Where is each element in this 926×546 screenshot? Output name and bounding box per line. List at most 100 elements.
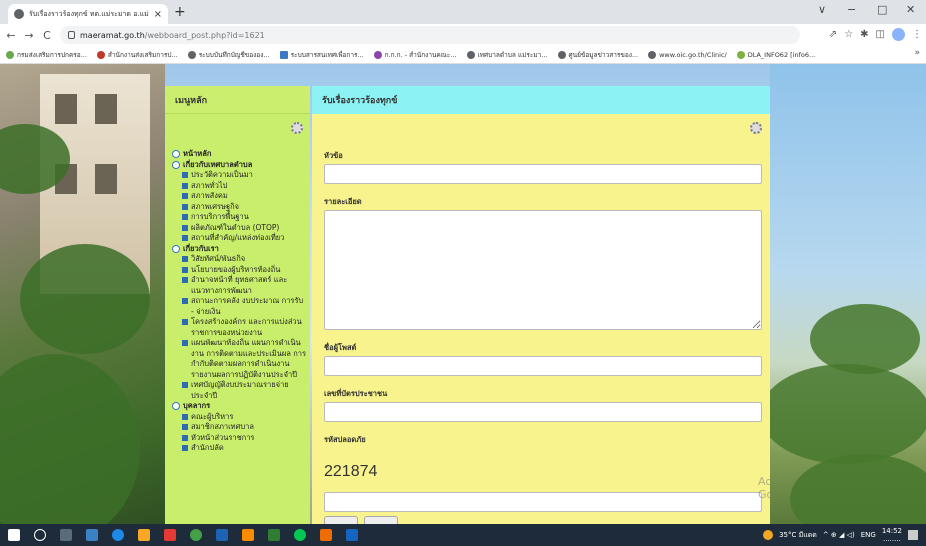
menu-item[interactable]: ประวัติความเป็นมา	[172, 170, 308, 181]
app-icon[interactable]	[164, 529, 176, 541]
subject-input[interactable]	[324, 164, 762, 184]
edge-icon[interactable]	[112, 529, 124, 541]
maximize-icon[interactable]: □	[877, 3, 887, 16]
circle-bullet-icon	[172, 402, 180, 410]
square-bullet-icon	[182, 172, 188, 178]
page-title: รับเรื่องราวร้องทุกข์	[312, 86, 770, 114]
menu-item-label: โครงสร้างองค์กร และการแบ่งส่วนราชการของห…	[191, 317, 302, 337]
menu-item[interactable]: แผนพัฒนาท้องถิ่น แผนการดำเนินงาน การติดต…	[172, 338, 308, 380]
submit-button[interactable]	[324, 516, 358, 524]
subject-label: หัวข้อ	[324, 151, 343, 160]
profile-avatar[interactable]	[892, 28, 905, 41]
bookmark-item[interactable]: เทศบาลตำบล แม่ระมา...	[466, 50, 548, 60]
square-bullet-icon	[182, 298, 188, 304]
menu-item[interactable]: สถานะการคลัง งบประมาณ การรับ - จ่ายเงิน	[172, 296, 308, 317]
bookmark-item[interactable]: สำนักงานส่งเสริมการป...	[96, 50, 178, 60]
new-tab-button[interactable]: +	[174, 4, 186, 20]
menu-item-label: อำนาจหน้าที่ ยุทธศาสตร์ และแนวทางการพัฒน…	[191, 275, 288, 295]
menu-item[interactable]: ผลิตภัณฑ์ในตำบล (OTOP)	[172, 223, 308, 234]
tray-icons[interactable]: ^ ⊕ ◢ ◁)	[823, 531, 855, 539]
toolbar-actions: ⇗ ☆ ✱ ◫ ⋮	[829, 28, 922, 41]
bookmark-item[interactable]: ศูนย์ข้อมูลข่าวสารของ...	[557, 50, 638, 60]
captcha-input[interactable]	[324, 492, 762, 512]
menu-item-label: สถานที่สำคัญ/แหล่งท่องเที่ยว	[191, 233, 285, 242]
reload-icon[interactable]: C	[38, 29, 56, 42]
menu-section[interactable]: บุคลากร	[172, 401, 308, 412]
minimize-icon[interactable]: −	[847, 3, 856, 16]
bookmark-item[interactable]: DLA_INFO62 [info6...	[736, 50, 815, 59]
menu-item-label: ประวัติความเป็นมา	[191, 170, 253, 179]
side-panel-icon[interactable]: ◫	[876, 29, 885, 40]
menu-item[interactable]: การบริการพื้นฐาน	[172, 212, 308, 223]
browser-tab[interactable]: รับเรื่องราวร้องทุกข์ ทต.แม่ระมาด อ.แม่.…	[8, 4, 168, 24]
menu-item-label: แผนพัฒนาท้องถิ่น แผนการดำเนินงาน การติดต…	[191, 338, 306, 379]
menu-item[interactable]: สมาชิกสภาเทศบาล	[172, 422, 308, 433]
menu-item-label: สมาชิกสภาเทศบาล	[191, 422, 254, 431]
menu-item[interactable]: วิสัยทัศน์/พันธกิจ	[172, 254, 308, 265]
weather-text[interactable]: 35°C มีแดด	[779, 530, 817, 541]
line-icon[interactable]	[294, 529, 306, 541]
menu-item[interactable]: นโยบายของผู้บริหารท้องถิ่น	[172, 265, 308, 276]
main-menu-title: เมนูหลัก	[165, 86, 310, 114]
square-bullet-icon	[182, 224, 188, 231]
menu-section[interactable]: เกี่ยวกับเทศบาลตำบล	[172, 160, 308, 171]
square-bullet-icon	[182, 193, 188, 199]
menu-item-label: สภาพเศรษฐกิจ	[191, 201, 240, 211]
citizen-id-label: เลขที่บัตรประชาชน	[324, 389, 388, 398]
detail-textarea[interactable]	[324, 210, 762, 330]
task-view-icon[interactable]	[60, 529, 72, 541]
square-bullet-icon	[182, 235, 188, 241]
menu-kebab-icon[interactable]: ⋮	[912, 29, 922, 40]
menu-item-label: หน้าหลัก	[183, 149, 212, 158]
menu-item[interactable]: สภาพเศรษฐกิจ	[172, 202, 308, 213]
bookmark-item[interactable]: www.oic.go.th/Clinic/	[648, 50, 727, 59]
chrome-icon[interactable]	[190, 529, 202, 541]
bookmark-item[interactable]: ระบบบันทึกบัญชีขององ...	[187, 50, 270, 60]
search-icon[interactable]	[34, 529, 46, 541]
menu-section[interactable]: เกี่ยวกับเรา	[172, 244, 308, 255]
poster-name-label: ชื่อผู้โพสต์	[324, 343, 357, 352]
bookmark-star-icon[interactable]: ☆	[844, 29, 853, 40]
menu-item-label: เกี่ยวกับเทศบาลตำบล	[183, 159, 253, 169]
menu-item[interactable]: หัวหน้าส่วนราชการ	[172, 433, 308, 444]
start-menu-icon[interactable]	[8, 529, 20, 541]
address-bar[interactable]: maeramat.go.th/webboard_post.php?id=1621	[60, 26, 800, 44]
menu-item[interactable]: เทศบัญญัติงบประมาณรายจ่ายประจำปี	[172, 380, 308, 401]
circle-bullet-icon	[172, 150, 180, 158]
bookmarks-overflow-icon[interactable]: »	[914, 48, 920, 58]
word-icon[interactable]	[346, 529, 358, 541]
widgets-icon[interactable]	[86, 529, 98, 541]
tab-search-icon[interactable]: ∨	[818, 3, 826, 16]
menu-item[interactable]: คณะผู้บริหาร	[172, 412, 308, 423]
reset-button[interactable]	[364, 516, 398, 524]
tab-close-icon[interactable]: ×	[154, 9, 162, 20]
menu-item[interactable]: สถานที่สำคัญ/แหล่งท่องเที่ยว	[172, 233, 308, 244]
bookmark-item[interactable]: ก.ก.ก. - สำนักงานคณะ...	[373, 50, 457, 60]
bookmarks-bar: กรมส่งเสริมการปกครอ... สำนักงานส่งเสริมก…	[0, 46, 926, 64]
file-explorer-icon[interactable]	[138, 529, 150, 541]
bookmark-item[interactable]: กรมส่งเสริมการปกครอ...	[6, 50, 87, 60]
share-icon[interactable]: ⇗	[829, 29, 837, 40]
paint-icon[interactable]	[242, 529, 254, 541]
excel-icon[interactable]	[268, 529, 280, 541]
language-indicator[interactable]: ENG	[861, 531, 876, 539]
bookmark-item[interactable]: ระบบสารสนเทศเพื่อการ...	[279, 50, 364, 60]
bookmark-favicon-icon	[373, 50, 382, 59]
menu-item[interactable]: สำนักปลัด	[172, 443, 308, 454]
menu-section[interactable]: หน้าหลัก	[172, 149, 308, 160]
menu-item[interactable]: อำนาจหน้าที่ ยุทธศาสตร์ และแนวทางการพัฒน…	[172, 275, 308, 296]
clock[interactable]: 14:52 ........	[882, 527, 902, 543]
menu-item[interactable]: สภาพสังคม	[172, 191, 308, 202]
close-window-icon[interactable]: ✕	[906, 3, 915, 16]
menu-item[interactable]: สภาพทั่วไป	[172, 181, 308, 192]
complaint-form-panel: รับเรื่องราวร้องทุกข์ หัวข้อ รายละเอียด …	[312, 86, 770, 524]
forward-icon[interactable]: →	[20, 29, 38, 42]
citizen-id-input[interactable]	[324, 402, 762, 422]
outlook-icon[interactable]	[216, 529, 228, 541]
menu-item[interactable]: โครงสร้างองค์กร และการแบ่งส่วนราชการของห…	[172, 317, 308, 338]
poster-name-input[interactable]	[324, 356, 762, 376]
app2-icon[interactable]	[320, 529, 332, 541]
notification-icon[interactable]	[908, 530, 918, 540]
extensions-icon[interactable]: ✱	[860, 29, 868, 40]
back-icon[interactable]: ←	[2, 29, 20, 42]
